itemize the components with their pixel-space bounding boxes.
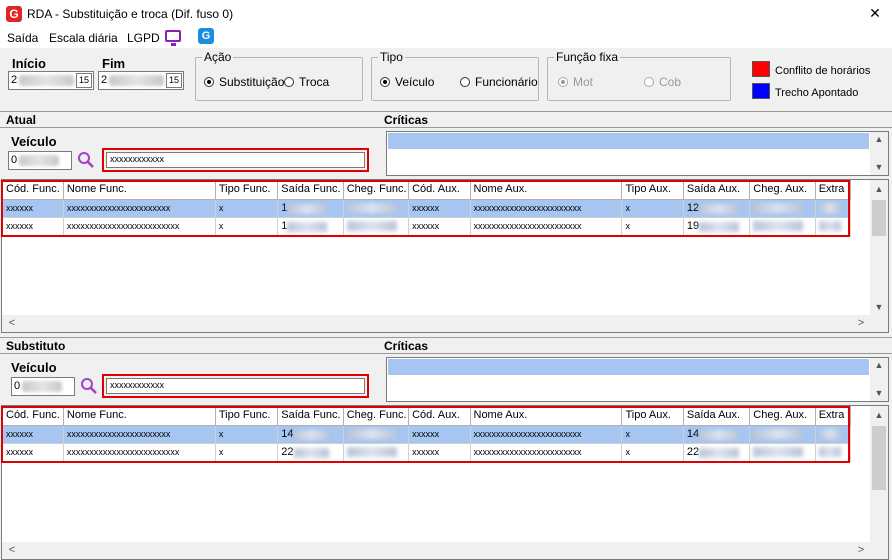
conflito-color-box bbox=[752, 61, 770, 77]
atual-grid-vscroll[interactable]: ▲ ▼ bbox=[870, 180, 888, 316]
conflito-label: Conflito de horários bbox=[775, 65, 871, 77]
menu-saida[interactable]: Saída bbox=[7, 31, 38, 45]
divider bbox=[0, 111, 892, 112]
funcao-fixa-group: Função fixa Mot Cob bbox=[547, 50, 731, 101]
atual-veiculo-input[interactable]: 0 bbox=[8, 151, 72, 170]
radio-label: Substituição bbox=[219, 75, 285, 89]
atual-search-icon[interactable] bbox=[77, 151, 95, 169]
radio-label: Cob bbox=[659, 75, 682, 89]
radio-dot bbox=[380, 77, 390, 87]
substituto-descricao-field[interactable]: xxxxxxxxxxxx bbox=[106, 378, 365, 394]
atual-header: Atual bbox=[6, 113, 36, 127]
substituto-veiculo-value: 0 bbox=[14, 380, 21, 392]
menu-escala-diaria[interactable]: Escala diária bbox=[49, 31, 118, 45]
inicio-date-field[interactable]: 2 15 bbox=[8, 71, 94, 90]
calendar-icon[interactable]: 15 bbox=[166, 73, 182, 88]
blurred-text bbox=[109, 75, 164, 86]
calendar-icon[interactable]: 15 bbox=[76, 73, 92, 88]
substituto-veiculo-label: Veículo bbox=[11, 360, 57, 375]
scroll-thumb[interactable] bbox=[872, 200, 886, 236]
substituto-criticas-selected-row[interactable] bbox=[388, 359, 869, 375]
fim-date-value: 2 bbox=[101, 74, 108, 86]
scroll-up-icon[interactable]: ▲ bbox=[871, 410, 887, 420]
fim-date-field[interactable]: 2 15 bbox=[98, 71, 184, 90]
substituto-grid-hscroll[interactable]: < > bbox=[2, 542, 888, 559]
radio-substituicao[interactable]: Substituição bbox=[204, 75, 284, 89]
substituto-grid-vscroll[interactable]: ▲ bbox=[870, 406, 888, 543]
trecho-color-box bbox=[752, 83, 770, 99]
scroll-right-icon[interactable]: > bbox=[853, 317, 869, 329]
blurred-text bbox=[19, 155, 59, 166]
atual-descricao-highlight: xxxxxxxxxxxx bbox=[102, 148, 369, 172]
atual-criticas-scrollbar[interactable]: ▲ ▼ bbox=[870, 132, 888, 175]
substituto-criticas-header: Críticas bbox=[384, 339, 429, 353]
trecho-label: Trecho Apontado bbox=[775, 87, 859, 99]
menu-lgpd[interactable]: LGPD bbox=[127, 31, 160, 45]
radio-dot bbox=[460, 77, 470, 87]
fim-label: Fim bbox=[102, 56, 126, 71]
divider bbox=[0, 353, 892, 354]
scroll-right-icon[interactable]: > bbox=[853, 544, 869, 556]
inicio-label: Início bbox=[12, 56, 46, 71]
tipo-label: Tipo bbox=[378, 50, 405, 64]
divider bbox=[0, 337, 892, 338]
scroll-left-icon[interactable]: < bbox=[4, 317, 20, 329]
substituto-descricao-highlight: xxxxxxxxxxxx bbox=[102, 374, 369, 398]
substituto-rows-highlight bbox=[1, 406, 850, 463]
substituto-veiculo-input[interactable]: 0 bbox=[11, 377, 75, 396]
radio-label: Troca bbox=[299, 75, 330, 89]
radio-dot bbox=[644, 77, 654, 87]
atual-veiculo-label: Veículo bbox=[11, 134, 57, 149]
atual-criticas-header: Críticas bbox=[384, 113, 429, 127]
app-shortcut-icon[interactable]: G bbox=[198, 28, 214, 44]
atual-rows-highlight bbox=[1, 180, 850, 237]
radio-funcionario[interactable]: Funcionário bbox=[460, 75, 538, 89]
acao-group: Ação Substituição Troca bbox=[195, 50, 363, 101]
radio-veiculo[interactable]: Veículo bbox=[380, 75, 434, 89]
substituto-header: Substituto bbox=[6, 339, 66, 353]
atual-criticas-list[interactable]: ▲ ▼ bbox=[386, 131, 889, 176]
substituto-criticas-scrollbar[interactable]: ▲ ▼ bbox=[870, 358, 888, 401]
radio-label: Veículo bbox=[395, 75, 435, 89]
scroll-down-icon[interactable]: ▼ bbox=[871, 388, 887, 398]
radio-dot bbox=[558, 77, 568, 87]
atual-criticas-selected-row[interactable] bbox=[388, 133, 869, 149]
atual-grid-hscroll[interactable]: < > bbox=[2, 315, 888, 332]
close-icon[interactable]: ✕ bbox=[866, 4, 884, 22]
scroll-thumb[interactable] bbox=[872, 426, 886, 490]
tipo-group: Tipo Veículo Funcionário bbox=[371, 50, 539, 101]
funcao-fixa-label: Função fixa bbox=[554, 50, 621, 64]
inicio-date-value: 2 bbox=[11, 74, 18, 86]
blurred-text bbox=[22, 381, 62, 392]
scroll-up-icon[interactable]: ▲ bbox=[871, 134, 887, 144]
divider bbox=[0, 127, 892, 128]
acao-label: Ação bbox=[202, 50, 234, 64]
radio-cob: Cob bbox=[644, 75, 681, 89]
substituto-criticas-list[interactable]: ▲ ▼ bbox=[386, 357, 889, 402]
scroll-down-icon[interactable]: ▼ bbox=[871, 302, 887, 312]
radio-label: Mot bbox=[573, 75, 594, 89]
atual-descricao-field[interactable]: xxxxxxxxxxxx bbox=[106, 152, 365, 168]
radio-dot bbox=[204, 77, 214, 87]
monitor-icon[interactable] bbox=[165, 30, 181, 46]
app-logo-icon: G bbox=[6, 6, 22, 22]
radio-label: Funcionário bbox=[475, 75, 538, 89]
window-title: RDA - Substituição e troca (Dif. fuso 0) bbox=[27, 7, 234, 21]
scroll-left-icon[interactable]: < bbox=[4, 544, 20, 556]
scroll-up-icon[interactable]: ▲ bbox=[871, 184, 887, 194]
atual-veiculo-value: 0 bbox=[11, 154, 18, 166]
substituto-search-icon[interactable] bbox=[80, 377, 98, 395]
radio-dot bbox=[284, 77, 294, 87]
blurred-text bbox=[19, 75, 74, 86]
scroll-up-icon[interactable]: ▲ bbox=[871, 360, 887, 370]
radio-mot: Mot bbox=[558, 75, 593, 89]
scroll-down-icon[interactable]: ▼ bbox=[871, 162, 887, 172]
radio-troca[interactable]: Troca bbox=[284, 75, 329, 89]
